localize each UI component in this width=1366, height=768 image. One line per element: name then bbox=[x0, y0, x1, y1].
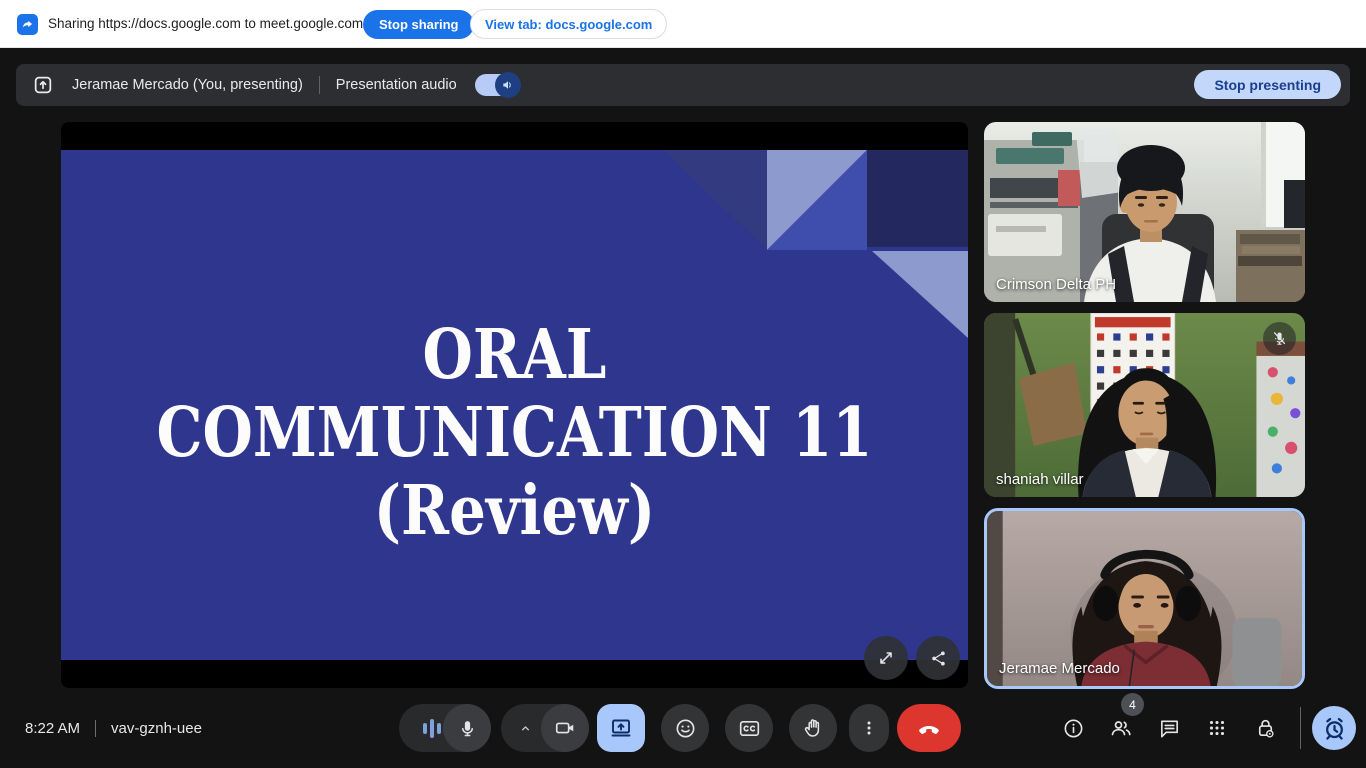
participant-video bbox=[984, 313, 1305, 497]
share-nodes-icon bbox=[929, 649, 948, 668]
captions-icon bbox=[738, 717, 761, 740]
present-box-icon bbox=[32, 74, 54, 96]
reactions-button[interactable] bbox=[661, 704, 709, 752]
tab-sharing-banner: Sharing https://docs.google.com to meet.… bbox=[0, 0, 1366, 48]
toggle-thumb bbox=[495, 72, 521, 98]
chat-icon bbox=[1158, 717, 1181, 740]
presenter-label: Jeramae Mercado (You, presenting) bbox=[72, 77, 303, 93]
present-now-button-active[interactable] bbox=[597, 704, 645, 752]
divider bbox=[1300, 707, 1301, 749]
participant-tile[interactable]: shaniah villar bbox=[984, 313, 1305, 497]
slide: ORAL COMMUNICATION 11 (Review) bbox=[61, 150, 968, 660]
divider bbox=[319, 76, 320, 94]
microphone-button[interactable] bbox=[399, 704, 491, 752]
meeting-code: vav-gznh-uee bbox=[111, 720, 202, 737]
presentation-bar: Jeramae Mercado (You, presenting) Presen… bbox=[16, 64, 1350, 106]
raise-hand-button[interactable] bbox=[789, 704, 837, 752]
host-controls-button[interactable] bbox=[1241, 704, 1289, 752]
muted-indicator bbox=[1263, 322, 1296, 355]
mic-off-icon bbox=[1271, 330, 1288, 347]
participant-name: Crimson Delta PH bbox=[996, 276, 1116, 293]
chat-panel-button[interactable] bbox=[1145, 704, 1193, 752]
slide-title-line2: (Review) bbox=[129, 472, 900, 550]
clock-time: 8:22 AM bbox=[25, 720, 80, 737]
slide-title-line1: ORAL COMMUNICATION 11 bbox=[129, 316, 900, 472]
mic-icon bbox=[443, 704, 491, 752]
apps-grid-icon bbox=[1206, 717, 1228, 739]
speaker-icon bbox=[501, 78, 515, 92]
chevron-up-icon[interactable] bbox=[507, 704, 543, 752]
participant-name: Jeramae Mercado bbox=[999, 660, 1120, 677]
presentation-audio-label: Presentation audio bbox=[336, 77, 457, 93]
captions-button[interactable] bbox=[725, 704, 773, 752]
participant-count-badge: 4 bbox=[1121, 693, 1144, 716]
info-icon bbox=[1062, 717, 1085, 740]
participant-tile-self[interactable]: Jeramae Mercado bbox=[984, 508, 1305, 689]
stop-presenting-button[interactable]: Stop presenting bbox=[1194, 70, 1341, 99]
sharing-message: Sharing https://docs.google.com to meet.… bbox=[48, 0, 363, 48]
expand-presentation-button[interactable] bbox=[864, 636, 908, 680]
camera-icon bbox=[541, 704, 589, 752]
meeting-details-button[interactable] bbox=[1049, 704, 1097, 752]
stop-sharing-button[interactable]: Stop sharing bbox=[363, 10, 474, 39]
participant-tile[interactable]: Crimson Delta PH bbox=[984, 122, 1305, 302]
slide-title: ORAL COMMUNICATION 11 (Review) bbox=[129, 316, 900, 550]
more-options-button[interactable] bbox=[849, 704, 889, 752]
leave-call-button[interactable] bbox=[897, 704, 961, 752]
divider bbox=[95, 720, 96, 737]
timer-icon bbox=[1321, 715, 1348, 742]
present-screen-icon bbox=[609, 716, 633, 740]
host-controls-icon bbox=[1254, 717, 1277, 740]
participant-video bbox=[984, 122, 1305, 302]
participant-name: shaniah villar bbox=[996, 471, 1084, 488]
view-tab-button[interactable]: View tab: docs.google.com bbox=[470, 9, 667, 39]
raise-hand-icon bbox=[802, 717, 825, 740]
meeting-info: 8:22 AM vav-gznh-uee bbox=[25, 704, 202, 752]
end-call-icon bbox=[916, 715, 942, 741]
camera-button[interactable] bbox=[501, 704, 589, 752]
presentation-audio-toggle[interactable] bbox=[475, 74, 519, 96]
timer-extension-button[interactable] bbox=[1312, 706, 1356, 750]
activities-button[interactable] bbox=[1193, 704, 1241, 752]
reactions-icon bbox=[674, 717, 697, 740]
share-tab-icon bbox=[17, 14, 38, 35]
expand-icon bbox=[876, 648, 896, 668]
more-options-icon bbox=[859, 718, 879, 738]
share-presentation-button[interactable] bbox=[916, 636, 960, 680]
presented-screen: ORAL COMMUNICATION 11 (Review) bbox=[61, 122, 968, 688]
people-icon bbox=[1109, 716, 1133, 740]
